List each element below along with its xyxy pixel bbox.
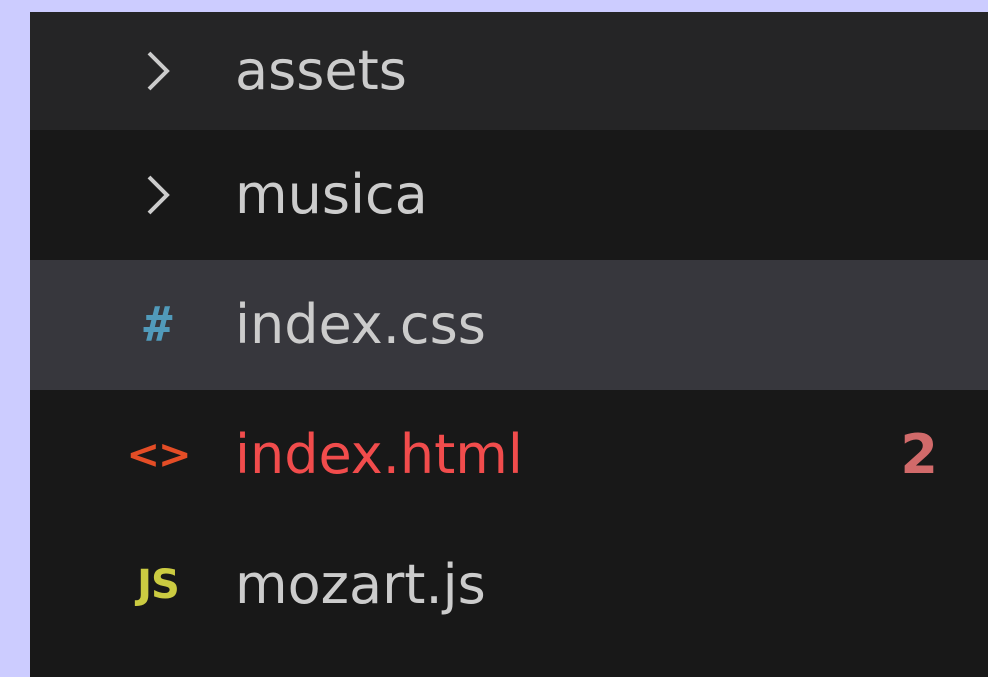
tree-item-musica-folder[interactable]: musica bbox=[30, 130, 988, 260]
js-file-icon: JS bbox=[137, 562, 180, 608]
tree-item-label: index.css bbox=[235, 293, 486, 356]
html-file-icon: <> bbox=[126, 432, 191, 478]
tree-item-index-html[interactable]: <> index.html 2 bbox=[30, 390, 988, 520]
tree-item-label: mozart.js bbox=[235, 553, 486, 616]
chevron-right-icon[interactable] bbox=[128, 165, 188, 225]
chevron-right-icon[interactable] bbox=[128, 41, 188, 101]
tree-item-label: index.html bbox=[235, 423, 523, 486]
css-file-icon: # bbox=[143, 297, 173, 353]
tree-item-mozart-js[interactable]: JS mozart.js bbox=[30, 520, 988, 650]
problem-count-badge: 2 bbox=[900, 423, 938, 486]
tree-item-label: assets bbox=[235, 39, 407, 102]
file-explorer: assets musica # index.css <> index.html … bbox=[30, 12, 988, 677]
tree-item-assets-folder[interactable]: assets bbox=[30, 12, 988, 130]
tree-item-label: musica bbox=[235, 163, 428, 226]
tree-item-index-css[interactable]: # index.css bbox=[30, 260, 988, 390]
